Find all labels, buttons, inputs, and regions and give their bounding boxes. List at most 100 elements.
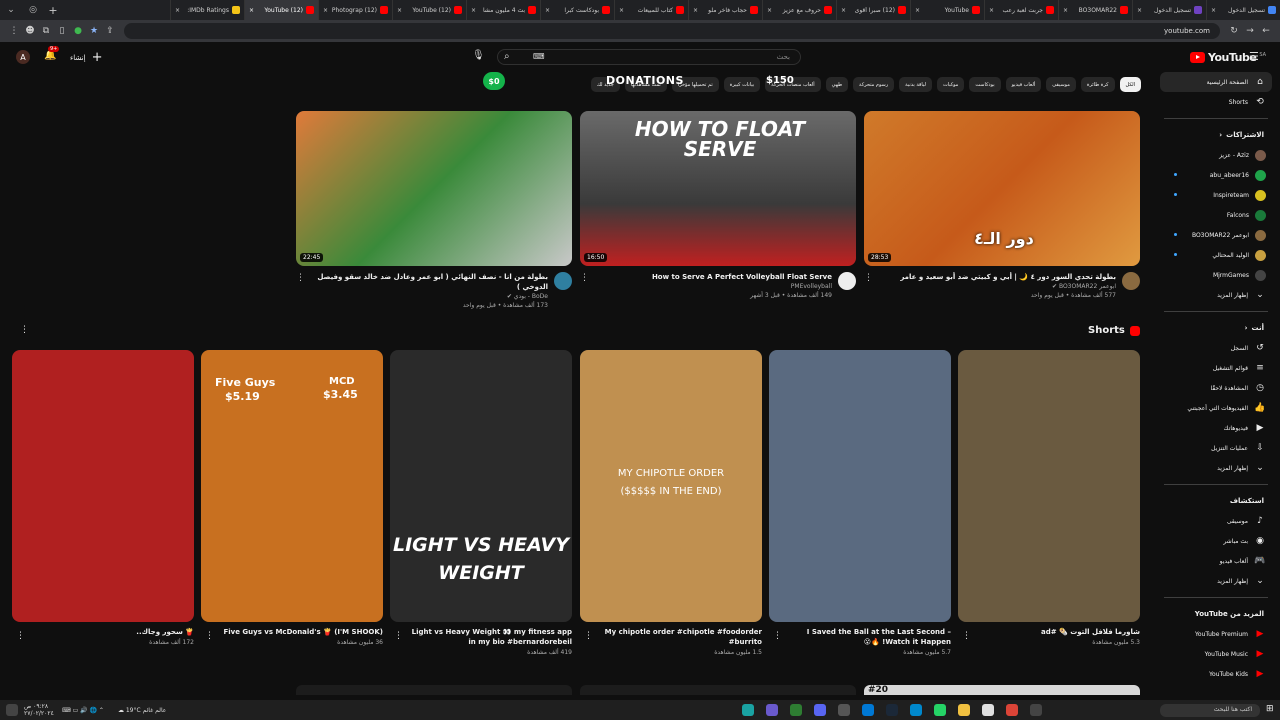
extension-green-icon[interactable]: ● <box>70 23 86 39</box>
short-title[interactable]: Light vs Heavy Weight 👀 my fitness app i… <box>390 627 572 647</box>
video-menu-icon[interactable]: ⋮ <box>580 273 589 283</box>
sidepanel-icon[interactable]: ▯ <box>54 23 70 39</box>
sidebar-item-gaming[interactable]: 🎮 ألعاب فيديو <box>1160 551 1272 571</box>
video-thumbnail[interactable]: 22:45 <box>296 111 572 266</box>
tab-close-icon[interactable]: × <box>619 7 624 14</box>
short-menu-icon[interactable]: ⋮ <box>962 631 971 641</box>
video-thumbnail[interactable]: HOW TO FLOAT SERVE 16:50 <box>580 111 856 266</box>
browser-tab[interactable]: (12) Photograp × <box>318 0 392 20</box>
clock[interactable]: ٠٩:٢٨ ص ٢٧/٠٢/٢٠٢٤ <box>24 703 62 717</box>
sidebar-item-chevron-down[interactable]: ⌄ إظهار المزيد <box>1160 571 1272 591</box>
account-avatar[interactable]: A <box>16 50 30 64</box>
keyboard-icon[interactable]: ⌨ <box>533 52 545 61</box>
sidebar-item-playlist[interactable]: ≡ قوائم التشغيل <box>1160 358 1272 378</box>
video-thumbnail[interactable]: دور الـ٤ 28:53 <box>864 111 1140 266</box>
browser-tab[interactable]: (12) صبرا أقوى × <box>836 0 910 20</box>
subscription-item[interactable]: MjrmGames <box>1160 265 1272 285</box>
sidebar-item-shorts[interactable]: ⟲ Shorts <box>1160 92 1272 112</box>
filter-chip[interactable]: الكل <box>1119 77 1141 92</box>
you-heading[interactable]: أنت ‹ <box>1160 318 1272 338</box>
tab-close-icon[interactable]: × <box>397 7 402 14</box>
short-card[interactable]: 🍟 سحور وجاك.. 172 ألف مشاهدة ⋮ <box>12 350 194 646</box>
url-field[interactable]: youtube.com <box>124 23 1220 39</box>
app-icon-1[interactable] <box>742 704 755 716</box>
browser-tab[interactable]: بث 4 مليون مشا × <box>466 0 540 20</box>
filter-chip[interactable]: ألعاب فيديو <box>1005 77 1042 92</box>
video-menu-icon[interactable]: ⋮ <box>864 273 873 283</box>
tab-close-icon[interactable]: × <box>471 7 476 14</box>
filter-chip[interactable]: موكبات <box>936 77 965 92</box>
tab-close-icon[interactable]: × <box>989 7 994 14</box>
sidebar-item-watch-later[interactable]: ◷ المشاهدة لاحقًا <box>1160 378 1272 398</box>
browser-tab[interactable]: (12) YouTube × <box>244 0 318 20</box>
tab-close-icon[interactable]: × <box>545 7 550 14</box>
short-thumbnail[interactable]: LIGHT VS HEAVY WEIGHT <box>390 350 572 622</box>
short-thumbnail[interactable]: Five Guys $5.19 MCD $3.45 <box>201 350 383 622</box>
tab-close-icon[interactable]: × <box>693 7 698 14</box>
short-menu-icon[interactable]: ⋮ <box>394 631 403 641</box>
youtube-product-item[interactable]: ▶ YouTube Music <box>1160 644 1272 664</box>
store-icon[interactable] <box>982 704 995 716</box>
weather-widget[interactable]: ☁ 19°C عالم غائم <box>118 707 166 714</box>
short-thumbnail[interactable] <box>769 350 951 622</box>
browser-tab[interactable]: YouTube × <box>910 0 984 20</box>
short-title[interactable]: Five Guys vs McDonald's 🍟 (I'M SHOOK) <box>201 627 383 637</box>
search-icon[interactable]: ⌕ <box>504 51 510 62</box>
tab-close-icon[interactable]: × <box>175 7 180 14</box>
back-icon[interactable]: ← <box>1258 23 1274 39</box>
create-button[interactable]: إنشاء + <box>70 50 102 65</box>
discord-icon[interactable] <box>814 704 827 716</box>
guide-menu-icon[interactable]: ☰ <box>1249 50 1259 63</box>
short-card[interactable]: LIGHT VS HEAVY WEIGHT Light vs Heavy Weigh… <box>390 350 572 656</box>
sidebar-item-like[interactable]: 👍 الفيديوهات التي أعجبتني <box>1160 398 1272 418</box>
telegram-icon[interactable] <box>910 704 923 716</box>
video-card[interactable]: 22:45 بطولة من انا - نصف النهائي ( ابو عم… <box>296 111 572 310</box>
sidebar-item-chevron-down[interactable]: ⌄ إظهار المزيد <box>1160 458 1272 478</box>
chrome-icon[interactable] <box>1006 704 1019 716</box>
channel-name[interactable]: ابوعمر BO3OMAR22 ✔ <box>864 282 1116 291</box>
subscription-item[interactable]: ابوعمر BO3OMAR22 <box>1160 225 1272 245</box>
task-view-icon[interactable] <box>1030 704 1043 716</box>
tab-search-icon[interactable]: ⌄ <box>0 0 22 20</box>
youtube-product-item[interactable]: ▶ YouTube Premium <box>1160 624 1272 644</box>
notifications-icon[interactable] <box>6 704 18 716</box>
reload-icon[interactable]: ↻ <box>1226 23 1242 39</box>
filter-chip[interactable]: طهي <box>825 77 849 92</box>
subscription-item[interactable]: الوليد المحتالي <box>1160 245 1272 265</box>
channel-avatar[interactable] <box>1122 272 1140 290</box>
short-menu-icon[interactable]: ⋮ <box>584 631 593 641</box>
notifications-bell-icon[interactable]: 🔔 9+ <box>44 46 60 61</box>
shorts-options-icon[interactable]: ⋮ <box>20 325 29 335</box>
channel-avatar[interactable] <box>838 272 856 290</box>
tab-close-icon[interactable]: × <box>1063 7 1068 14</box>
video-card[interactable]: دور الـ٤ 28:53 بطولة تحدي السور دور ٤ 🌙 | … <box>864 111 1140 300</box>
short-title[interactable]: شاورما فلافل التوت 🌯 #ad <box>958 627 1140 637</box>
short-card[interactable]: Five Guys $5.19 MCD $3.45 Five Guys vs McDon… <box>201 350 383 646</box>
browser-tab[interactable]: كتاب للمبيعات × <box>614 0 688 20</box>
short-menu-icon[interactable]: ⋮ <box>205 631 214 641</box>
filter-chip[interactable]: بودكاست <box>969 77 1001 92</box>
subs-show-more[interactable]: ⌄ إظهار المزيد <box>1160 285 1272 305</box>
forward-icon[interactable]: → <box>1242 23 1258 39</box>
tab-close-icon[interactable]: × <box>1137 7 1142 14</box>
app-icon-2[interactable] <box>766 704 779 716</box>
short-title[interactable]: I Saved the Ball at the Last Second – Wa… <box>769 627 951 647</box>
tab-close-icon[interactable]: × <box>323 7 328 14</box>
short-thumbnail[interactable] <box>12 350 194 622</box>
window-profile-icon[interactable]: ◎ <box>22 0 44 20</box>
short-thumbnail[interactable]: MY CHIPOTLE ORDER ($$$$$ IN THE END) <box>580 350 762 622</box>
short-card[interactable]: شاورما فلافل التوت 🌯 #ad 5.3 مليون مشاهدة… <box>958 350 1140 646</box>
bookmark-star-icon[interactable]: ★ <box>86 23 102 39</box>
extensions-icon[interactable]: ⧉ <box>38 23 54 39</box>
video-card[interactable]: HOW TO FLOAT SERVE 16:50 How to Serve A Pe… <box>580 111 856 300</box>
video-menu-icon[interactable]: ⋮ <box>296 273 305 283</box>
browser-tab[interactable]: حجاب فاخر ملو × <box>688 0 762 20</box>
share-icon[interactable]: ⇪ <box>102 23 118 39</box>
short-card[interactable]: I Saved the Ball at the Last Second – Wa… <box>769 350 951 656</box>
channel-name[interactable]: PMEvolleyball <box>580 282 832 291</box>
video-title[interactable]: How to Serve A Perfect Volleyball Float … <box>580 272 832 282</box>
short-thumbnail[interactable] <box>958 350 1140 622</box>
subscription-item[interactable]: Falcons <box>1160 205 1272 225</box>
browser-tab[interactable]: حروف مع عزيز × <box>762 0 836 20</box>
sidebar-item-history[interactable]: ↺ السجل <box>1160 338 1272 358</box>
